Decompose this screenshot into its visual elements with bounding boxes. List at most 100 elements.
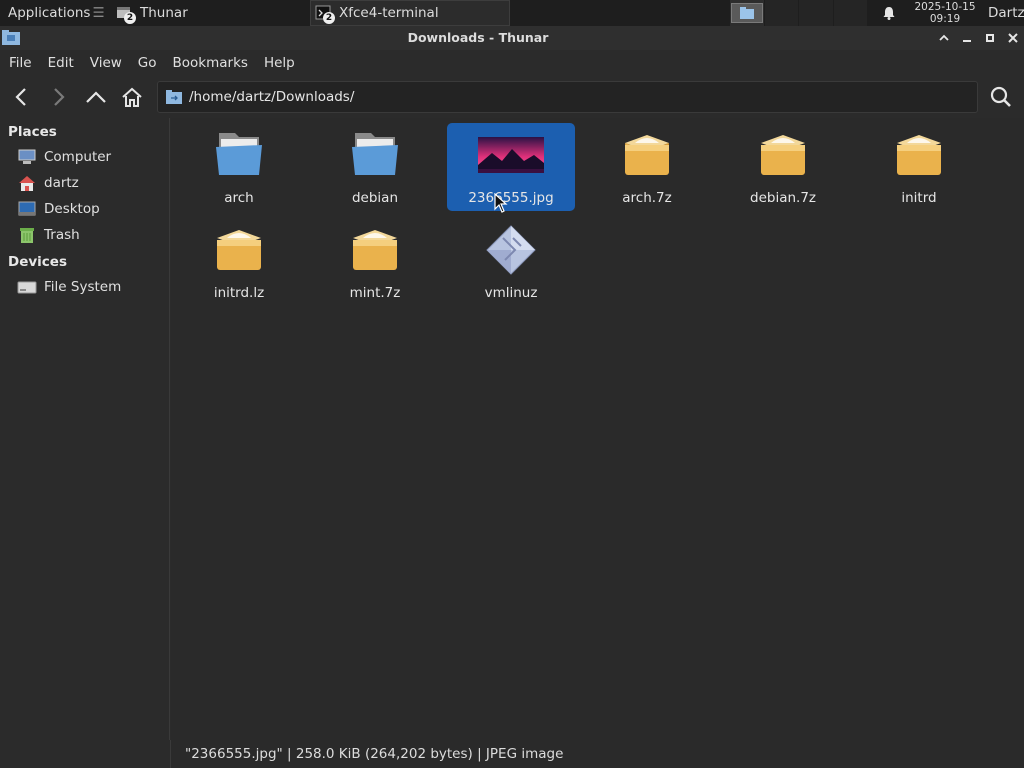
applications-label: Applications xyxy=(8,5,91,21)
menu-view[interactable]: View xyxy=(82,55,130,71)
archive-package-icon xyxy=(353,230,397,270)
workspace-pager xyxy=(730,0,868,26)
archive-package-icon xyxy=(761,135,805,175)
image-thumbnail-icon xyxy=(478,137,544,173)
window-titlebar[interactable]: Downloads - Thunar xyxy=(0,26,1024,50)
window-count-badge: 2 xyxy=(124,12,136,24)
maximize-button[interactable] xyxy=(982,30,998,46)
places-heading: Places xyxy=(8,124,57,140)
menu-go[interactable]: Go xyxy=(130,55,165,71)
archive-package-icon xyxy=(897,135,941,175)
file-name: vmlinuz xyxy=(484,285,538,301)
close-icon xyxy=(1008,33,1018,43)
chevron-up-icon xyxy=(939,34,949,41)
shade-button[interactable] xyxy=(936,30,952,46)
file-name: initrd.lz xyxy=(213,285,265,301)
home-folder-icon xyxy=(17,174,37,192)
file-name: mint.7z xyxy=(349,285,401,301)
desktop-icon xyxy=(17,200,37,218)
folder-location-icon xyxy=(166,90,182,104)
menu-edit[interactable]: Edit xyxy=(40,55,82,71)
file-item-image[interactable]: 2366555.jpg xyxy=(447,123,575,211)
menu-bookmarks[interactable]: Bookmarks xyxy=(165,55,256,71)
mouse-pointer-icon xyxy=(494,193,508,213)
maximize-icon xyxy=(986,34,994,42)
sidebar-item-trash[interactable]: Trash xyxy=(0,222,169,248)
folder-icon xyxy=(216,133,262,175)
icon-view[interactable]: arch debian 2366555.jpg arch.7z debian.7… xyxy=(171,118,1024,740)
workspace-2[interactable] xyxy=(764,0,798,26)
back-button[interactable] xyxy=(9,84,35,110)
clock-time: 09:19 xyxy=(929,13,961,25)
arrow-back-icon xyxy=(15,88,26,106)
menu-separator-icon: ☰ xyxy=(92,5,105,21)
file-name: arch xyxy=(224,190,254,206)
minimize-icon xyxy=(963,40,971,42)
taskbar-window-terminal[interactable]: 2 Xfce4-terminal xyxy=(310,0,510,26)
menu-help[interactable]: Help xyxy=(256,55,303,71)
toolbar: /home/dartz/Downloads/ xyxy=(0,76,1024,118)
search-button[interactable] xyxy=(988,84,1014,110)
user-menu[interactable]: Dartz xyxy=(988,0,1024,26)
menu-bar: File Edit View Go Bookmarks Help xyxy=(0,50,1024,76)
location-path: /home/dartz/Downloads/ xyxy=(189,89,355,105)
file-item-executable[interactable]: vmlinuz xyxy=(447,218,575,306)
location-bar[interactable]: /home/dartz/Downloads/ xyxy=(157,81,978,113)
window-count-badge: 2 xyxy=(323,12,335,24)
status-bar: "2366555.jpg" | 258.0 KiB (264,202 bytes… xyxy=(171,740,1024,768)
file-item-folder[interactable]: debian xyxy=(311,123,439,211)
workspace-4[interactable] xyxy=(833,0,867,26)
file-name: debian xyxy=(351,190,399,206)
clock[interactable]: 2025-10-15 09:19 xyxy=(906,1,984,25)
folder-icon xyxy=(352,133,398,175)
sidebar-item-label: dartz xyxy=(44,175,79,191)
home-button[interactable] xyxy=(119,84,145,110)
search-icon xyxy=(990,86,1011,107)
taskbar-window-label: Thunar xyxy=(140,5,188,21)
folder-thumbnail-icon xyxy=(739,7,754,19)
close-button[interactable] xyxy=(1005,30,1021,46)
file-item-archive[interactable]: initrd.lz xyxy=(175,218,303,306)
parent-folder-button[interactable] xyxy=(83,84,109,110)
taskbar-window-label: Xfce4-terminal xyxy=(339,5,439,21)
workspace-1[interactable] xyxy=(730,0,764,26)
side-pane: Places Computer dartz Desktop Trash Devi… xyxy=(0,118,170,768)
sidebar-item-label: Trash xyxy=(44,227,80,243)
trash-icon xyxy=(17,226,37,244)
sidebar-item-label: Computer xyxy=(44,149,112,165)
workspace-window-thumbnail xyxy=(730,3,763,23)
terminal-icon: 2 xyxy=(315,5,335,24)
sidebar-item-computer[interactable]: Computer xyxy=(0,144,169,170)
computer-icon xyxy=(17,148,37,166)
workspace-3[interactable] xyxy=(799,0,833,26)
sidebar-item-file-system[interactable]: File System xyxy=(0,274,169,300)
sidebar-item-label: Desktop xyxy=(44,201,100,217)
sidebar-item-desktop[interactable]: Desktop xyxy=(0,196,169,222)
file-name: debian.7z xyxy=(750,190,816,206)
devices-heading: Devices xyxy=(8,254,67,270)
notification-bell-icon[interactable] xyxy=(881,5,897,21)
drive-icon xyxy=(17,278,37,296)
file-item-archive[interactable]: debian.7z xyxy=(719,123,847,211)
taskbar-window-thunar[interactable]: 2 Thunar xyxy=(114,0,310,26)
executable-diamond-icon xyxy=(486,225,536,275)
file-item-archive[interactable]: initrd xyxy=(855,123,983,211)
file-name: initrd xyxy=(901,190,937,206)
arrow-forward-icon xyxy=(54,88,65,106)
sidebar-item-label: File System xyxy=(44,279,122,295)
applications-menu-button[interactable]: Applications ☰ xyxy=(0,0,108,26)
file-name: arch.7z xyxy=(622,190,672,206)
file-item-folder[interactable]: arch xyxy=(175,123,303,211)
file-item-archive[interactable]: arch.7z xyxy=(583,123,711,211)
clock-date: 2025-10-15 xyxy=(914,1,976,13)
arrow-up-icon xyxy=(86,91,106,103)
archive-package-icon xyxy=(625,135,669,175)
file-item-archive[interactable]: mint.7z xyxy=(311,218,439,306)
forward-button[interactable] xyxy=(45,84,71,110)
menu-file[interactable]: File xyxy=(0,55,40,71)
side-pane-footer xyxy=(0,740,171,768)
window-title: Downloads - Thunar xyxy=(407,30,549,45)
minimize-button[interactable] xyxy=(959,30,975,46)
taskbar: Applications ☰ 2 Thunar 2 Xfce4-terminal… xyxy=(0,0,1024,26)
sidebar-item-home[interactable]: dartz xyxy=(0,170,169,196)
